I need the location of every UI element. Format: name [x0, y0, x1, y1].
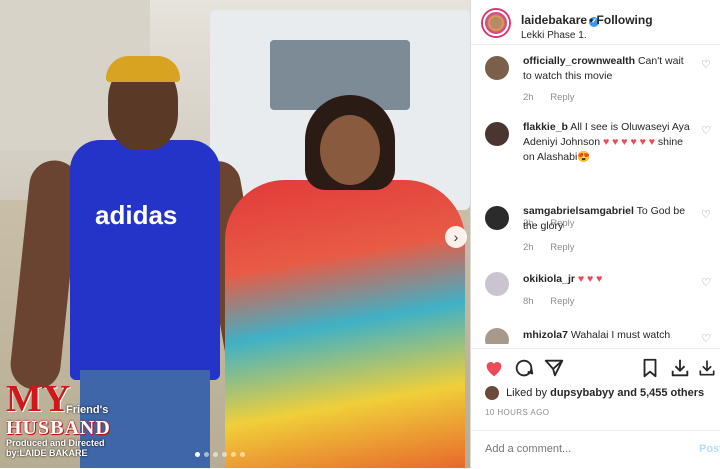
post-location[interactable]: Lekki Phase 1.	[521, 30, 587, 41]
commenter-avatar[interactable]	[485, 56, 509, 80]
comment-meta: 8h Reply	[523, 296, 589, 307]
comment-meta: 2h Reply	[523, 242, 589, 253]
commenter-username[interactable]: samgabrielsamgabriel	[523, 205, 634, 217]
commenter-username[interactable]: mhizola7	[523, 329, 568, 341]
comment-text: officially_crownwealth Can't wait to wat…	[523, 54, 693, 84]
commenter-avatar[interactable]	[485, 272, 509, 296]
liker-username[interactable]: dupsybabyy	[550, 387, 614, 399]
comment-bubble-icon[interactable]	[513, 357, 535, 379]
following-label[interactable]: Following	[597, 13, 653, 27]
comment-text: mhizola7 Wahalai I must watch	[523, 328, 693, 343]
reply-button[interactable]: Reply	[550, 242, 574, 253]
post-timestamp: 10 HOURS AGO	[485, 408, 550, 417]
movie-title-overlay: MY Friend's HUSBAND Produced and Directe…	[6, 380, 166, 466]
reply-button[interactable]: Reply	[550, 92, 574, 103]
comment-body: Wahalai I must watch	[570, 329, 671, 341]
carousel-dot	[222, 452, 227, 457]
comment-like-icon[interactable]: ♡	[701, 124, 711, 137]
comment-time: 8h	[523, 296, 534, 307]
commenter-username[interactable]: flakkie_b	[523, 121, 568, 133]
download-icon[interactable]	[669, 357, 691, 379]
comment-like-icon[interactable]: ♡	[701, 58, 711, 71]
reply-button[interactable]: Reply	[550, 296, 574, 307]
add-comment-input[interactable]	[485, 443, 675, 455]
heart-emojis: ♥ ♥ ♥ ♥ ♥ ♥	[602, 136, 655, 148]
liker-avatar[interactable]	[485, 386, 499, 400]
comment-time: 2h	[523, 242, 534, 253]
post-image[interactable]: adidas MY Friend's HUSBAND Produced and …	[0, 0, 470, 468]
shirt-brand-text: adidas	[95, 200, 178, 230]
add-comment-bar: Post	[471, 430, 720, 469]
post-comment-button[interactable]: Post	[699, 443, 720, 455]
heart-eyes-emoji: 😍	[577, 151, 591, 163]
commenter-username[interactable]: officially_crownwealth	[523, 55, 635, 67]
likes-count[interactable]: and 5,455 others	[617, 387, 704, 399]
poster-title-friends: Friend's	[66, 404, 109, 416]
comment-text: flakkie_b All I see is Oluwaseyi Aya Ade…	[523, 120, 693, 165]
commenter-avatar[interactable]	[485, 122, 509, 146]
post-actions-bar	[471, 348, 720, 385]
author-username-text[interactable]: laidebakare	[521, 13, 587, 27]
download-alt-icon[interactable]	[697, 357, 717, 379]
poster-credit-2: by:LAIDE BAKARE	[6, 448, 88, 458]
save-bookmark-icon[interactable]	[639, 357, 661, 379]
carousel-dot	[204, 452, 209, 457]
comment-like-icon[interactable]: ♡	[701, 208, 711, 221]
comments-list[interactable]: officially_crownwealth Can't wait to wat…	[471, 44, 720, 344]
carousel-dot	[240, 452, 245, 457]
comment-like-icon[interactable]: ♡	[701, 332, 711, 344]
carousel-dots	[195, 452, 245, 457]
poster-credit-1: Produced and Directed	[6, 438, 105, 448]
carousel-dot	[231, 452, 236, 457]
likes-summary: Liked by dupsybabyy and 5,455 others	[485, 386, 715, 400]
comment-text: okikiola_jr ♥ ♥ ♥	[523, 272, 693, 287]
carousel-dot	[213, 452, 218, 457]
commenter-avatar[interactable]	[485, 328, 509, 344]
share-paper-plane-icon[interactable]	[543, 357, 565, 379]
like-heart-icon[interactable]	[483, 357, 505, 379]
carousel-dot	[195, 452, 200, 457]
comment-time: 2h	[523, 92, 534, 103]
likes-prefix: Liked by	[506, 386, 548, 399]
carousel-next-button[interactable]: ›	[445, 226, 467, 248]
commenter-avatar[interactable]	[485, 206, 509, 230]
comment-text: samgabrielsamgabriel To God be the glory	[523, 204, 693, 234]
heart-emojis: ♥ ♥ ♥	[577, 273, 603, 285]
post-side-panel: laidebakare ✓ • Following Lekki Phase 1. …	[470, 0, 720, 468]
photo-woman	[225, 95, 465, 468]
comment-meta: 2h Reply	[523, 92, 589, 103]
commenter-username[interactable]: okikiola_jr	[523, 273, 575, 285]
post-header: laidebakare ✓ • Following Lekki Phase 1.	[471, 0, 720, 45]
author-username[interactable]: laidebakare ✓	[521, 13, 600, 27]
author-avatar[interactable]	[483, 10, 509, 36]
poster-title-husband: HUSBAND	[6, 417, 111, 439]
comment-like-icon[interactable]: ♡	[701, 276, 711, 289]
following-button[interactable]: • Following	[589, 13, 653, 27]
